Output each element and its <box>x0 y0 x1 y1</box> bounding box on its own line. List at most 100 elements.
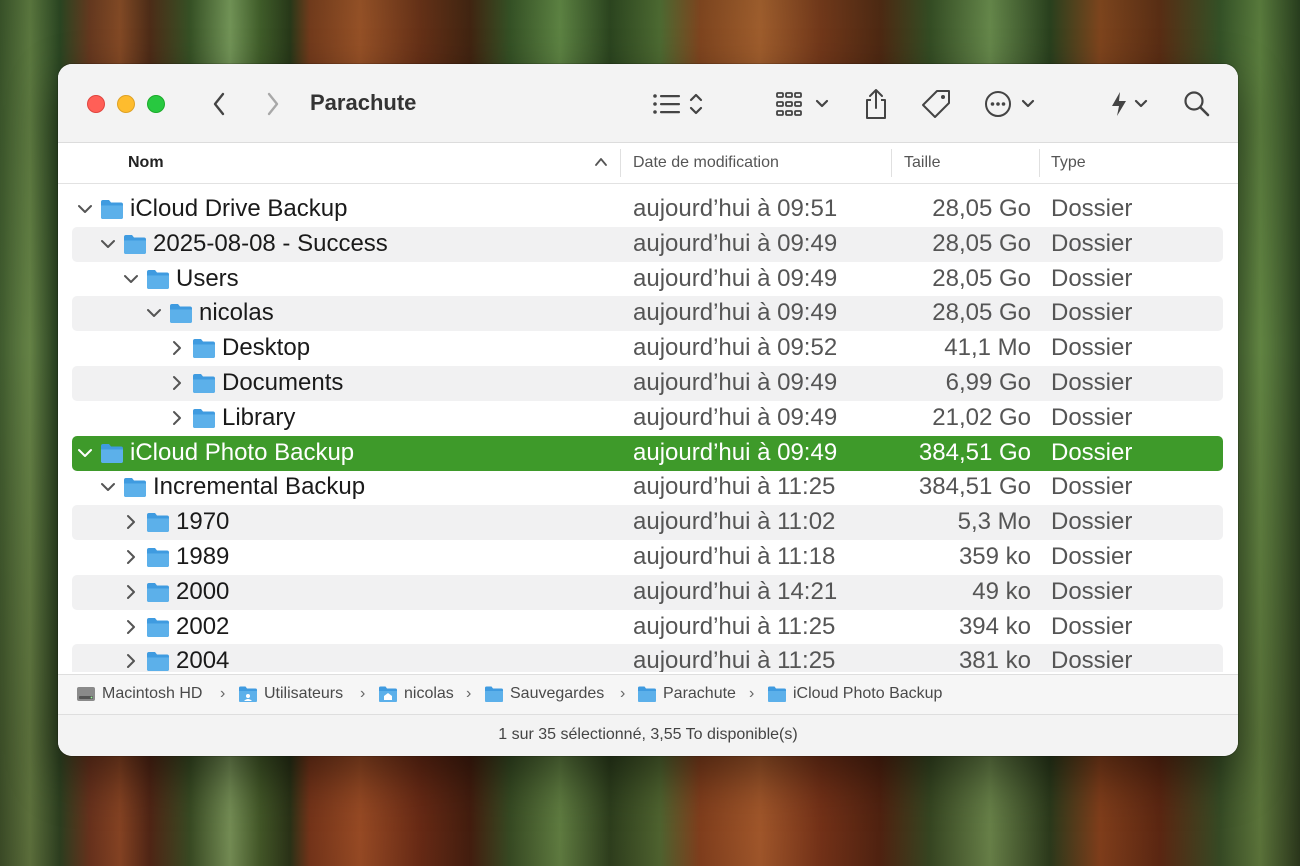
column-name[interactable]: Nom <box>128 154 164 172</box>
column-type[interactable]: Type <box>1051 154 1086 172</box>
path-item-label: iCloud Photo Backup <box>793 685 943 702</box>
table-row[interactable]: 2025-08-08 - Success aujourd’hui à 09:49 2… <box>72 226 1223 262</box>
path-item[interactable]: Parachute <box>637 685 736 703</box>
disclosure-collapsed-icon[interactable] <box>124 514 138 530</box>
toolbar: Parachute <box>58 64 1238 143</box>
quick-actions-button[interactable] <box>1106 86 1152 122</box>
table-row[interactable]: iCloud Drive Backup aujourd’hui à 09:51 28… <box>72 192 1223 227</box>
row-size: 381 ko <box>958 647 1031 672</box>
search-icon <box>1184 91 1210 117</box>
disclosure-expanded-icon[interactable] <box>101 236 115 252</box>
tag-icon <box>922 90 950 118</box>
disclosure-collapsed-icon[interactable] <box>170 410 184 426</box>
disclosure-collapsed-icon[interactable] <box>170 375 184 391</box>
search-button[interactable] <box>1180 86 1214 122</box>
path-item[interactable]: Macintosh HD <box>76 685 202 703</box>
table-row[interactable]: 1989 aujourd’hui à 11:18 359 ko Dossier <box>72 540 1223 575</box>
table-row[interactable]: 2002 aujourd’hui à 11:25 394 ko Dossier <box>72 610 1223 645</box>
column-separator[interactable] <box>620 149 621 177</box>
row-date: aujourd’hui à 11:02 <box>633 508 836 536</box>
view-mode-button[interactable] <box>648 86 708 122</box>
path-item[interactable]: iCloud Photo Backup <box>767 685 942 703</box>
disclosure-collapsed-icon[interactable] <box>170 340 184 356</box>
path-item[interactable]: Utilisateurs <box>238 685 343 703</box>
disclosure-expanded-icon[interactable] <box>124 271 138 287</box>
folder-icon <box>485 686 503 702</box>
row-size: 384,51 Go <box>918 438 1031 466</box>
column-separator[interactable] <box>891 149 892 177</box>
row-type: Dossier <box>1051 229 1133 257</box>
folder-icon <box>124 234 146 254</box>
path-bar: Macintosh HD › Utilisateurs › nicolas › Sauveg… <box>58 674 1238 715</box>
table-row[interactable]: Library aujourd’hui à 09:49 21,02 Go Dossie… <box>72 401 1223 436</box>
row-date: aujourd’hui à 09:49 <box>633 403 838 431</box>
path-item[interactable]: Sauvegardes <box>484 685 604 703</box>
row-size: 394 ko <box>958 612 1031 640</box>
folder-icon <box>193 339 215 359</box>
users-folder-icon <box>239 686 257 702</box>
row-name: 1970 <box>176 508 230 536</box>
column-date[interactable]: Date de modification <box>633 154 779 172</box>
path-item-label: nicolas <box>404 685 454 702</box>
table-row[interactable]: Incremental Backup aujourd’hui à 11:25 384… <box>72 470 1223 505</box>
row-type: Dossier <box>1051 195 1133 222</box>
row-type: Dossier <box>1051 473 1133 501</box>
table-row[interactable]: nicolas aujourd’hui à 09:49 28,05 Go Dossie… <box>72 296 1223 332</box>
disclosure-collapsed-icon[interactable] <box>124 653 138 669</box>
sort-ascending-icon[interactable] <box>594 155 608 169</box>
row-size: 5,3 Mo <box>957 508 1031 536</box>
disclosure-collapsed-icon[interactable] <box>124 584 138 600</box>
table-row[interactable]: Users aujourd’hui à 09:49 28,05 Go Dossier <box>72 262 1223 297</box>
tag-button[interactable] <box>918 86 954 122</box>
column-separator[interactable] <box>1039 149 1040 177</box>
row-size: 28,05 Go <box>932 195 1031 222</box>
folder-icon <box>147 617 169 637</box>
table-row[interactable]: 2000 aujourd’hui à 14:21 49 ko Dossier <box>72 574 1223 610</box>
disclosure-expanded-icon[interactable] <box>78 445 92 461</box>
row-type: Dossier <box>1051 647 1133 672</box>
disclosure-collapsed-icon[interactable] <box>124 619 138 635</box>
more-actions-button[interactable] <box>982 86 1042 122</box>
disclosure-expanded-icon[interactable] <box>78 201 92 217</box>
forward-button[interactable] <box>258 88 288 120</box>
folder-icon <box>147 513 169 533</box>
table-row[interactable]: Documents aujourd’hui à 09:49 6,99 Go Dossi… <box>72 366 1223 401</box>
row-type: Dossier <box>1051 543 1133 570</box>
minimize-window-button[interactable] <box>117 95 135 113</box>
row-date: aujourd’hui à 11:25 <box>633 647 836 672</box>
column-size[interactable]: Taille <box>904 154 940 172</box>
share-button[interactable] <box>858 86 894 122</box>
group-button[interactable] <box>774 86 834 122</box>
path-item-label: Macintosh HD <box>102 685 203 702</box>
back-button[interactable] <box>204 88 234 120</box>
disclosure-expanded-icon[interactable] <box>101 479 115 495</box>
row-type: Dossier <box>1051 369 1133 396</box>
table-row[interactable]: Desktop aujourd’hui à 09:52 41,1 Mo Dossier <box>72 331 1223 366</box>
row-name: Desktop <box>222 334 311 362</box>
row-date: aujourd’hui à 09:49 <box>633 229 838 257</box>
row-name: nicolas <box>199 299 274 327</box>
group-grid-icon <box>776 92 829 116</box>
row-date: aujourd’hui à 11:25 <box>633 473 836 501</box>
disclosure-expanded-icon[interactable] <box>147 305 161 321</box>
table-row[interactable]: iCloud Photo Backup aujourd’hui à 09:49 38… <box>72 435 1223 471</box>
chevron-left-icon <box>213 92 225 116</box>
status-bar: 1 sur 35 sélectionné, 3,55 To disponible… <box>58 715 1238 756</box>
row-size: 21,02 Go <box>932 403 1031 431</box>
close-window-button[interactable] <box>87 95 105 113</box>
row-date: aujourd’hui à 09:49 <box>633 438 838 466</box>
row-date: aujourd’hui à 09:49 <box>633 369 838 396</box>
table-row[interactable]: 1970 aujourd’hui à 11:02 5,3 Mo Dossier <box>72 505 1223 541</box>
row-name: Library <box>222 403 296 431</box>
path-item[interactable]: nicolas <box>378 685 454 703</box>
folder-icon <box>147 269 169 289</box>
row-type: Dossier <box>1051 612 1133 640</box>
disclosure-collapsed-icon[interactable] <box>124 549 138 565</box>
row-name: iCloud Drive Backup <box>130 195 348 222</box>
zoom-window-button[interactable] <box>147 95 165 113</box>
more-ellipsis-icon <box>985 91 1035 117</box>
row-date: aujourd’hui à 09:49 <box>633 264 838 292</box>
table-row[interactable]: 2004 aujourd’hui à 11:25 381 ko Dossier <box>72 644 1223 672</box>
row-type: Dossier <box>1051 508 1133 536</box>
row-type: Dossier <box>1051 577 1133 605</box>
